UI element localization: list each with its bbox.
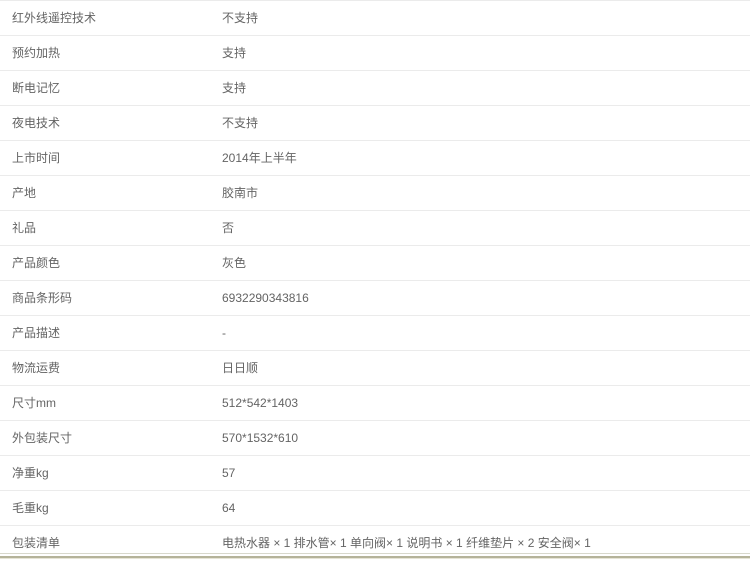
footer-divider [0,553,750,559]
spec-value: 512*542*1403 [222,385,750,421]
table-row: 毛重kg 64 [0,490,750,526]
spec-value: 胶南市 [222,175,750,211]
table-row: 净重kg 57 [0,455,750,491]
product-spec-page: 红外线遥控技术 不支持 预约加热 支持 断电记忆 支持 夜电技术 不支持 上市时… [0,0,750,561]
spec-value: 不支持 [222,0,750,36]
table-row: 商品条形码 6932290343816 [0,280,750,316]
spec-value: 支持 [222,70,750,106]
spec-table-body: 红外线遥控技术 不支持 预约加热 支持 断电记忆 支持 夜电技术 不支持 上市时… [0,0,750,561]
spec-label: 红外线遥控技术 [0,0,222,36]
spec-label: 产品颜色 [0,245,222,281]
table-row: 产地 胶南市 [0,175,750,211]
spec-label: 尺寸mm [0,385,222,421]
spec-value: 2014年上半年 [222,140,750,176]
spec-value: - [222,315,750,351]
table-row: 红外线遥控技术 不支持 [0,0,750,36]
spec-value: 64 [222,490,750,526]
footer-divider-line-bottom [0,558,750,559]
table-row: 礼品 否 [0,210,750,246]
table-row: 物流运费 日日顺 [0,350,750,386]
spec-value: 6932290343816 [222,280,750,316]
table-row: 产品颜色 灰色 [0,245,750,281]
spec-label: 夜电技术 [0,105,222,141]
spec-value: 570*1532*610 [222,420,750,456]
spec-label: 产地 [0,175,222,211]
spec-value: 否 [222,210,750,246]
spec-label: 产品描述 [0,315,222,351]
spec-label: 预约加热 [0,35,222,71]
spec-label: 外包装尺寸 [0,420,222,456]
table-row: 外包装尺寸 570*1532*610 [0,420,750,456]
spec-value: 日日顺 [222,350,750,386]
table-row: 产品描述 - [0,315,750,351]
spec-label: 净重kg [0,455,222,491]
table-row: 尺寸mm 512*542*1403 [0,385,750,421]
table-row: 断电记忆 支持 [0,70,750,106]
spec-value: 不支持 [222,105,750,141]
table-row: 夜电技术 不支持 [0,105,750,141]
spec-label: 礼品 [0,210,222,246]
table-row: 预约加热 支持 [0,35,750,71]
spec-label: 商品条形码 [0,280,222,316]
spec-label: 断电记忆 [0,70,222,106]
spec-label: 物流运费 [0,350,222,386]
table-row: 上市时间 2014年上半年 [0,140,750,176]
spec-label: 上市时间 [0,140,222,176]
spec-label: 毛重kg [0,490,222,526]
spec-value: 灰色 [222,245,750,281]
spec-value: 支持 [222,35,750,71]
product-spec-table: 红外线遥控技术 不支持 预约加热 支持 断电记忆 支持 夜电技术 不支持 上市时… [0,0,750,561]
spec-value: 57 [222,455,750,491]
